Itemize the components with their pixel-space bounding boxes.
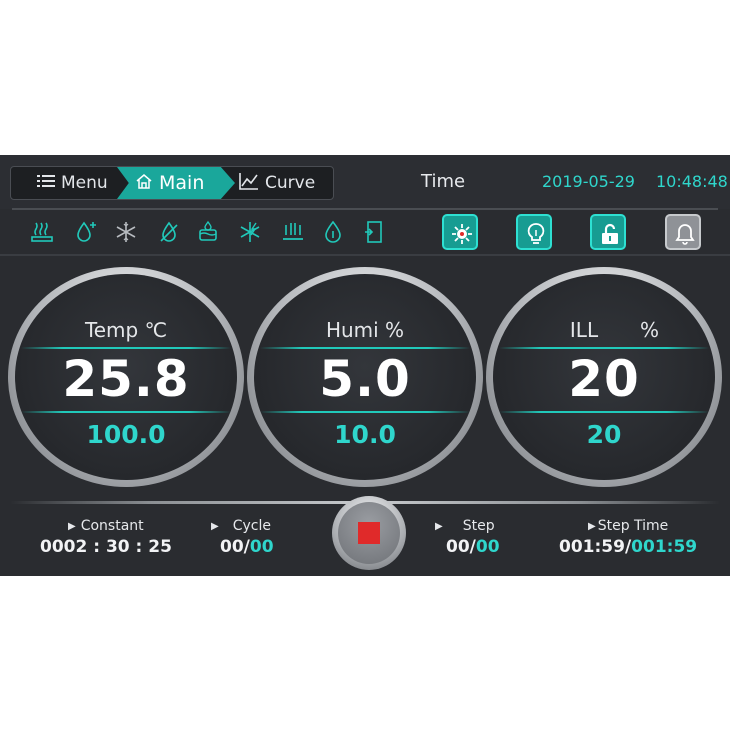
illumination-value: 20	[568, 350, 640, 408]
humidity-value: 5.0	[319, 350, 411, 408]
defrost-icon	[238, 220, 262, 244]
status-icon-row	[0, 211, 730, 253]
gauge-divider	[21, 411, 231, 413]
date-display: 2019-05-29	[542, 172, 635, 191]
header-bar: Menu Main Curve Time 2019-05-29 10:48:48	[0, 155, 730, 210]
lock-button[interactable]	[590, 214, 626, 250]
illumination-setpoint[interactable]: 20	[493, 420, 715, 449]
temperature-title: Temp ℃	[84, 318, 168, 342]
step-value: 00/00	[446, 537, 500, 557]
nav-bar: Menu Main Curve	[10, 166, 334, 200]
heater-icon	[30, 220, 54, 244]
door-icon	[362, 220, 386, 244]
icon-row-divider	[0, 254, 730, 256]
humidity-gauge-face: Humi % 5.0 10.0	[254, 274, 476, 480]
water-drop-icon	[321, 220, 345, 244]
clock-display: 10:48:48	[656, 172, 728, 191]
header-divider	[12, 208, 718, 210]
humidifier-icon	[74, 220, 98, 244]
nav-main-label: Main	[159, 172, 205, 194]
play-marker-icon: ▶	[211, 521, 219, 532]
gauge-divider	[260, 411, 470, 413]
illumination-unit: %	[640, 318, 660, 342]
dehumidifier-icon	[157, 220, 181, 244]
constant-label: ▶ Constant	[68, 518, 144, 534]
temperature-gauge-face: Temp ℃ 25.8 100.0	[15, 274, 237, 480]
humidity-setpoint[interactable]: 10.0	[254, 420, 476, 449]
refrigeration-icon	[114, 220, 138, 244]
lighting-element-icon	[281, 220, 305, 244]
constant-value: 0002 : 30 : 25	[40, 537, 172, 557]
stop-button-face	[338, 502, 400, 564]
step-label: ▶ Step	[435, 518, 495, 534]
bell-icon	[675, 224, 695, 245]
step-time-label: ▶ Step Time	[588, 518, 669, 534]
play-marker-icon: ▶	[68, 521, 76, 532]
menu-icon	[37, 175, 55, 187]
controller-screen: Menu Main Curve Time 2019-05-29 10:48:48	[0, 155, 730, 576]
illumination-gauge-face: ILL % 20 20	[493, 274, 715, 480]
nav-curve-tab[interactable]: Curve	[239, 167, 315, 199]
temperature-value: 25.8	[62, 350, 190, 408]
nav-main-tab[interactable]: Main	[117, 167, 235, 199]
cycle-value: 00/00	[220, 537, 274, 557]
play-marker-icon: ▶	[435, 521, 443, 532]
temperature-setpoint[interactable]: 100.0	[15, 420, 237, 449]
light-button[interactable]	[516, 214, 552, 250]
humidity-gauge: Humi % 5.0 10.0	[247, 267, 483, 487]
alarm-bell-button[interactable]	[665, 214, 701, 250]
gauge-divider	[499, 411, 709, 413]
cycle-label: ▶ Cycle	[211, 518, 271, 534]
illumination-gauge: ILL % 20 20	[486, 267, 722, 487]
light-bulb-icon	[527, 223, 545, 244]
humidity-title: Humi %	[325, 318, 405, 342]
temperature-gauge: Temp ℃ 25.8 100.0	[8, 267, 244, 487]
step-time-value: 001:59/001:59	[559, 537, 698, 557]
chart-line-icon	[239, 173, 258, 190]
stop-button[interactable]	[332, 496, 406, 570]
fault-alert-button[interactable]	[442, 214, 478, 250]
unlock-icon	[602, 223, 618, 244]
home-icon	[136, 174, 152, 189]
illumination-title: ILL	[569, 318, 599, 342]
nav-menu-label: Menu	[61, 173, 108, 193]
play-marker-icon: ▶	[588, 521, 596, 532]
stop-icon	[358, 522, 380, 544]
water-tank-icon	[196, 220, 220, 244]
nav-menu-tab[interactable]: Menu	[37, 167, 108, 199]
fault-icon	[452, 224, 472, 244]
nav-curve-label: Curve	[265, 173, 316, 193]
time-label: Time	[421, 171, 466, 192]
